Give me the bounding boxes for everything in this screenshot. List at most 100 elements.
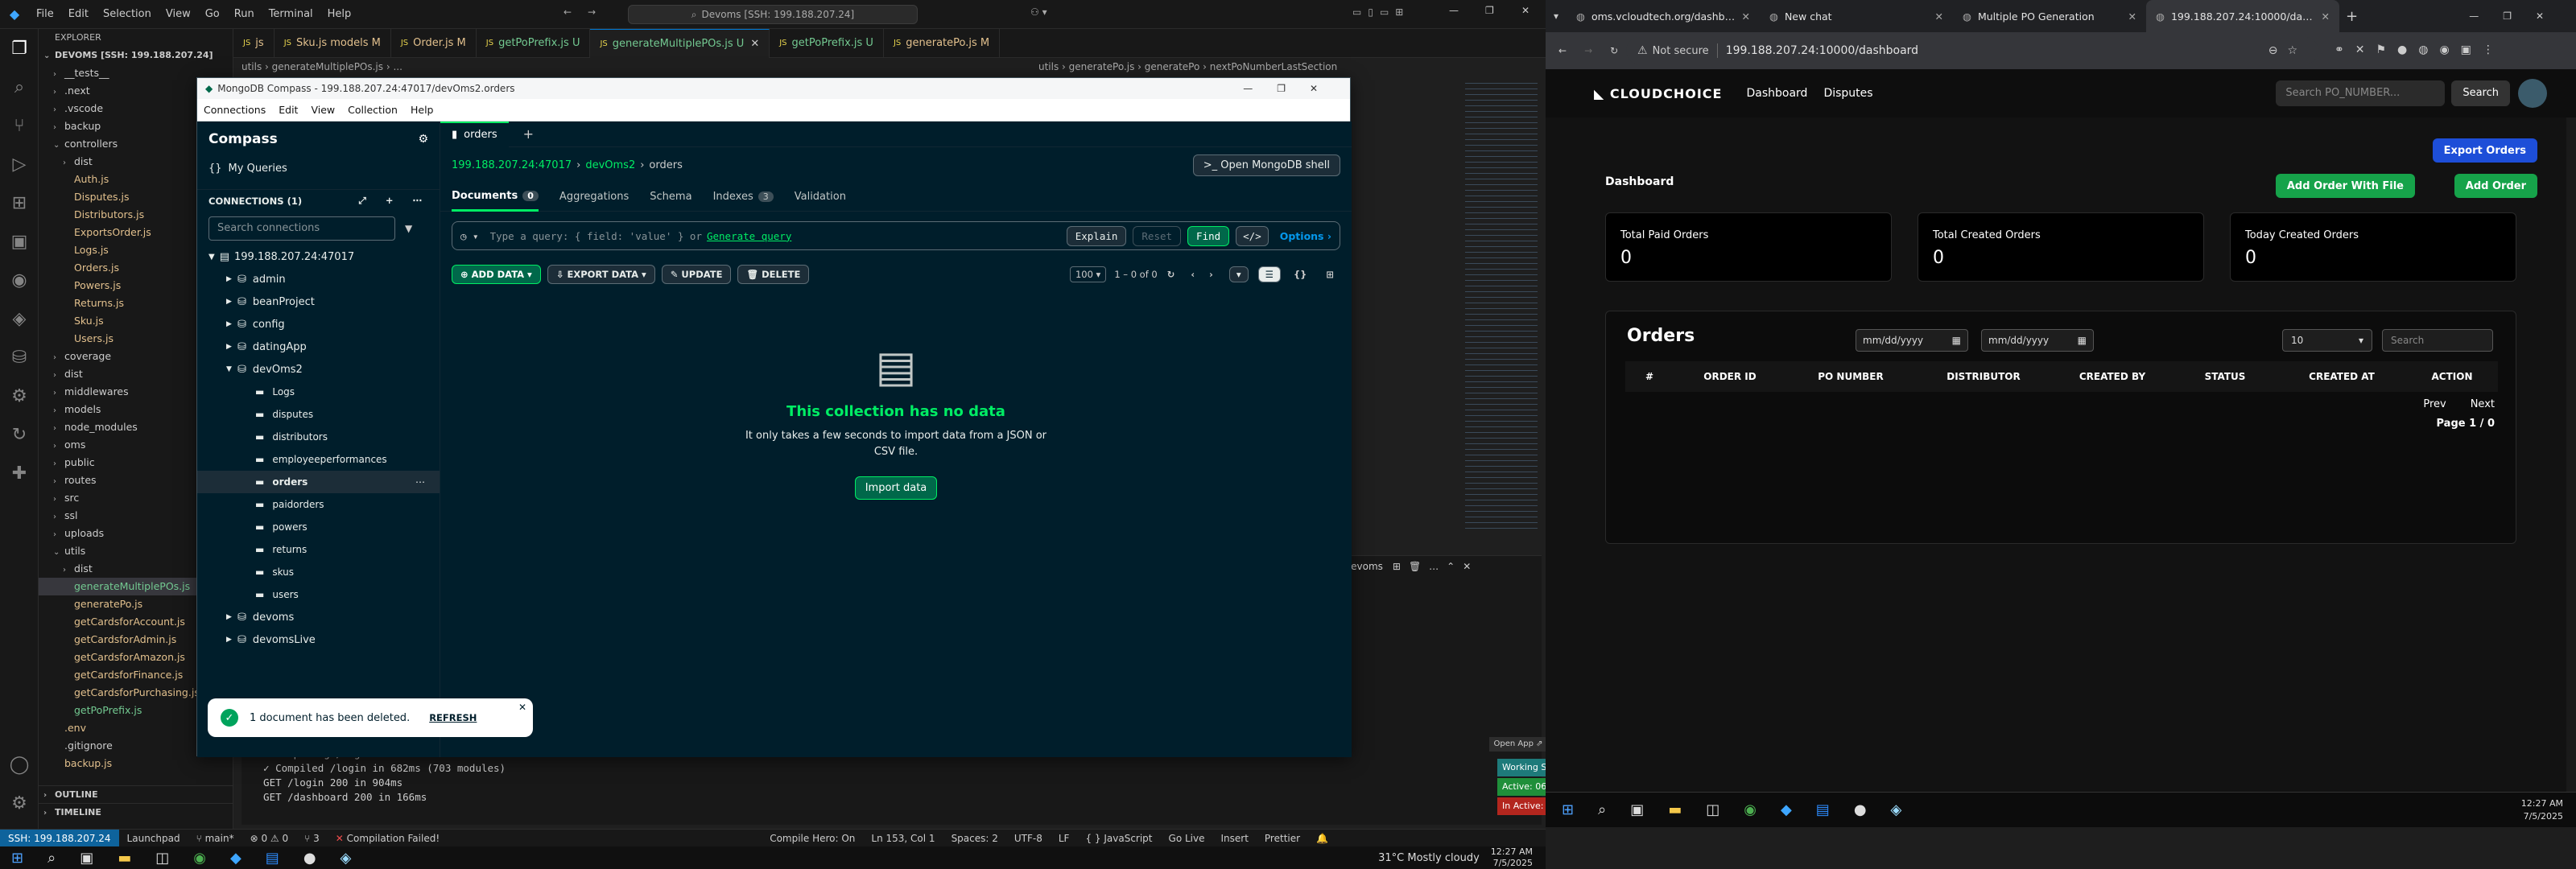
extensions-icon[interactable]: ⊞ (0, 183, 39, 222)
po-search-button[interactable]: Search (2451, 80, 2510, 106)
url-text[interactable]: 199.188.207.24:10000/dashboard (1726, 44, 1918, 57)
copilot-icon[interactable]: ⚇ ▾ (1030, 6, 1047, 18)
compass-menu-collection[interactable]: Collection (341, 104, 404, 116)
task-view-icon[interactable]: ▣ (1630, 801, 1644, 818)
workspace-root[interactable]: ⌄ DEVOMS [SSH: 199.188.207.24] (39, 47, 233, 64)
nav-dashboard[interactable]: Dashboard (1746, 87, 1807, 100)
connection-actions-icon[interactable]: ⤢ + ⋯ (359, 195, 440, 207)
editor-tab[interactable]: JS getPoPrefix.js U (477, 28, 591, 58)
menu-terminal[interactable]: Terminal (262, 8, 320, 20)
weather-widget[interactable]: 31°C Mostly cloudy (1378, 852, 1480, 864)
breadcrumb-left[interactable]: utils › generateMultiplePOs.js › ... (242, 61, 402, 72)
forward-icon[interactable]: → (1584, 45, 1592, 56)
collection-item[interactable]: ▬ skus (197, 561, 440, 583)
update-button[interactable]: ✎ UPDATE (661, 265, 732, 284)
compass-menu-edit[interactable]: Edit (272, 104, 304, 116)
branch-indicator[interactable]: ⑂ main* (188, 833, 242, 844)
compile-status[interactable]: ✕ Compilation Failed! (328, 833, 448, 844)
query-input[interactable]: ◷ ▾ Type a query: { field: 'value' } or … (452, 221, 1340, 250)
database-item[interactable]: ▶ ⛁ datingApp (197, 336, 440, 358)
account-icon[interactable]: ◯ (0, 745, 39, 784)
refresh-link[interactable]: REFRESH (429, 712, 477, 723)
language-mode[interactable]: { } JavaScript (1077, 833, 1160, 844)
search-connections-input[interactable]: Search connections (208, 216, 395, 241)
extension-icons[interactable]: ⚭✕⚑●◍◉▣⋮ (2334, 43, 2505, 56)
cursor-position[interactable]: Ln 153, Col 1 (863, 833, 943, 844)
remote-indicator[interactable]: SSH: 199.188.207.24 (0, 829, 119, 847)
database-icon[interactable]: ⛁ (0, 338, 39, 377)
restore-button[interactable]: ❐ (1485, 5, 1494, 16)
terminal-actions-icon[interactable]: ⊞🗑…⌃✕ (1393, 561, 1479, 572)
tab-search-icon[interactable]: ▾ (1554, 10, 1558, 22)
source-control-icon[interactable]: ⑂ (0, 106, 39, 145)
menu-selection[interactable]: Selection (96, 8, 159, 20)
browser-tab[interactable]: ◍ oms.vcloudtech.org/dashboard ✕ (1567, 0, 1760, 32)
menu-view[interactable]: View (159, 8, 198, 20)
close-button[interactable]: ✕ (1521, 5, 1530, 16)
clock-left[interactable]: 12:27 AM 7/5/2025 (1491, 846, 1533, 869)
app-icon-2[interactable]: ◈ (341, 850, 352, 867)
subtab-aggregations[interactable]: Aggregations (559, 183, 629, 212)
indentation[interactable]: Spaces: 2 (943, 833, 1006, 844)
compass-menu-connections[interactable]: Connections (197, 104, 272, 116)
database-item[interactable]: ▶ ⛁ config (197, 313, 440, 336)
editor-tab[interactable]: JS generateMultiplePOs.js U ✕ (590, 28, 770, 58)
table-search-input[interactable]: Search (2382, 329, 2493, 352)
options-toggle[interactable]: Options › (1280, 230, 1331, 242)
po-search-input[interactable]: Search PO_NUMBER... (2276, 80, 2446, 106)
editor-tab[interactable]: JS generatePo.js M (884, 28, 1001, 58)
generate-query-link[interactable]: Generate query (707, 230, 791, 242)
back-icon[interactable]: ← (1558, 45, 1567, 56)
editor-tab[interactable]: JS Sku.js models M (275, 28, 391, 58)
store-icon[interactable]: ◫ (155, 850, 169, 867)
my-queries-link[interactable]: {} My Queries (197, 157, 440, 179)
breadcrumb-db[interactable]: devOms2 (585, 159, 635, 171)
encoding[interactable]: UTF-8 (1006, 833, 1051, 844)
editor-tab[interactable]: JS getPoPrefix.js U (770, 28, 884, 58)
problems-indicator[interactable]: ⊗ 0 ⚠ 0 (242, 833, 297, 844)
forward-arrow-icon[interactable]: → (588, 6, 596, 18)
collection-item[interactable]: ▬ orders ⋯ (197, 471, 440, 493)
outline-section[interactable]: › OUTLINE (39, 785, 233, 803)
database-item[interactable]: ▶ ⛁ beanProject (197, 290, 440, 313)
list-view-icon[interactable]: ☰ (1257, 266, 1281, 282)
file-explorer-icon[interactable]: ▬ (118, 850, 131, 867)
reset-button[interactable]: Reset (1133, 225, 1182, 246)
clock-right[interactable]: 12:27 AM 7/5/2025 (2521, 797, 2563, 823)
database-item[interactable]: ▶ ⛁ devoms (197, 606, 440, 628)
layout-icons[interactable]: ▭▯▭⊞ (1352, 6, 1410, 18)
import-data-button[interactable]: Import data (854, 476, 938, 500)
vscode-icon[interactable]: ◆ (230, 850, 242, 867)
collection-item[interactable]: ▬ returns (197, 538, 440, 561)
close-tab-icon[interactable]: ✕ (1742, 10, 1750, 23)
remote-explorer-icon[interactable]: ▣ (0, 222, 39, 261)
subtab-indexes[interactable]: Indexes 3 (713, 183, 774, 212)
more-options-icon[interactable]: ⋯ (415, 476, 425, 488)
notifications-bell-icon[interactable]: 🔔 (1308, 833, 1336, 844)
editor-tab[interactable]: JS Order.js M (391, 28, 477, 58)
start-date-input[interactable]: mm/dd/yyyy ▦ (1856, 329, 1968, 352)
settings-gear-icon[interactable]: ⚙ (418, 133, 428, 146)
close-tab-icon[interactable]: ✕ (750, 38, 759, 50)
collection-item[interactable]: ▬ employeeperformances (197, 448, 440, 471)
collection-item[interactable]: ▬ paidorders (197, 493, 440, 516)
compass-menu-view[interactable]: View (304, 104, 341, 116)
editor-tab[interactable]: JS js (233, 28, 275, 58)
app-icon-2[interactable]: ◈ (1891, 801, 1902, 818)
close-tab-icon[interactable]: ✕ (2322, 10, 2330, 23)
table-view-icon[interactable]: ⊞ (1319, 267, 1340, 282)
address-bar[interactable]: ⚠ Not secure 199.188.207.24:10000/dashbo… (1626, 37, 2318, 64)
close-tab-icon[interactable]: ✕ (1935, 10, 1943, 23)
avatar[interactable] (2518, 79, 2547, 108)
omnibox-actions-icon[interactable]: ⊖☆ (2268, 44, 2307, 57)
collection-item[interactable]: ▬ users (197, 583, 440, 606)
menu-file[interactable]: File (29, 8, 61, 20)
ports-indicator[interactable]: ⑂ 3 (296, 833, 328, 844)
next-page-icon[interactable]: › (1209, 269, 1213, 280)
prev-button[interactable]: Prev (2423, 398, 2446, 410)
next-button[interactable]: Next (2471, 398, 2495, 410)
export-data-button[interactable]: ⇩ EXPORT DATA ▾ (547, 265, 655, 284)
menu-help[interactable]: Help (320, 8, 359, 20)
history-icon[interactable]: ◷ ▾ (460, 230, 479, 242)
collection-item[interactable]: ▬ Logs (197, 381, 440, 403)
